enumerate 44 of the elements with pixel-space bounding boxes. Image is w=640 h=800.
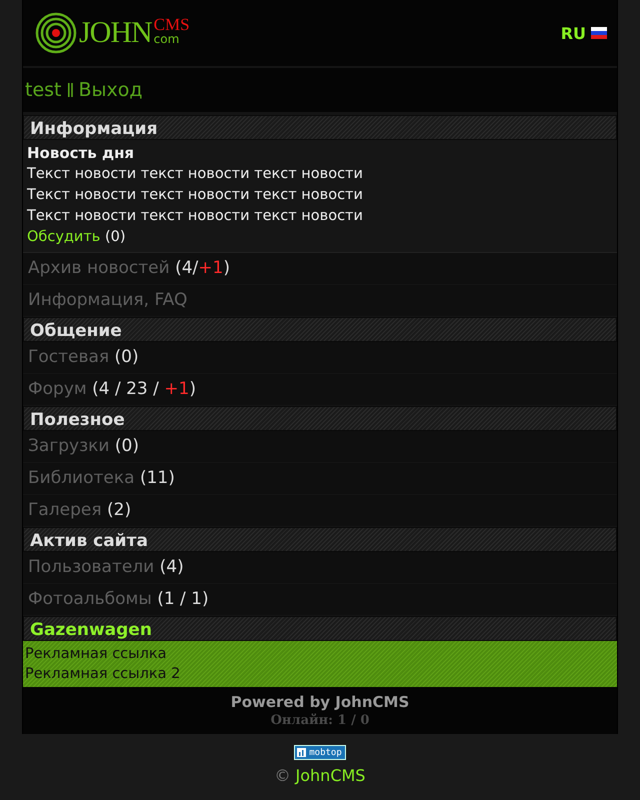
item-count: (0) (114, 436, 139, 456)
section-header: Информация (23, 115, 617, 140)
item-count: (11) (140, 468, 175, 488)
news-text: Текст новости текст новости текст новости (27, 207, 364, 226)
powered-by-text: Powered by JohnCMS (230, 692, 410, 712)
section-header: Gazenwagen (23, 616, 617, 641)
item-count: (2) (107, 500, 132, 520)
ad-link[interactable]: Рекламная ссылка (25, 644, 615, 664)
item-count: (4) (160, 557, 184, 577)
comment-count: (0) (104, 229, 126, 245)
target-logo-icon (35, 12, 77, 54)
news-text: Текст новости текст новости текст новости (27, 165, 364, 184)
menu-link[interactable]: Архив новостей (28, 258, 170, 278)
flag-icon[interactable] (591, 27, 607, 39)
counter-badge[interactable]: mobtop (294, 745, 346, 760)
logo-text: com (154, 32, 180, 44)
copyright-link[interactable]: JohnCMS (296, 766, 366, 785)
online-count: Онлайн: 1 / 0 (270, 712, 370, 730)
logo-text: JOHN (79, 18, 152, 48)
news-title: Новость дня (27, 143, 136, 164)
menu-link[interactable]: Пользователи (28, 557, 154, 577)
discuss-link[interactable]: Обсудить (27, 229, 100, 245)
news-text: Текст новости текст новости текст новости (27, 186, 364, 205)
item-count: (0) (114, 347, 139, 367)
menu-link[interactable]: Фотоальбомы (28, 589, 152, 609)
menu-link[interactable]: Информация, FAQ (28, 290, 188, 310)
separator-icon (68, 83, 72, 97)
language-label[interactable]: RU (560, 24, 586, 42)
menu-link[interactable]: Гостевая (28, 347, 110, 367)
copyright-sign: © (274, 766, 291, 785)
menu-link[interactable]: Библиотека (28, 468, 135, 488)
logo-text: CMS (154, 16, 190, 32)
username-link[interactable]: test (25, 79, 62, 101)
logout-link[interactable]: Выход (78, 79, 143, 101)
menu-link[interactable]: Галерея (28, 500, 102, 520)
ad-link[interactable]: Рекламная ссылка 2 (25, 664, 615, 684)
menu-link[interactable]: Загрузки (28, 436, 110, 456)
section-header: Полезное (23, 406, 617, 431)
section-header: Общение (23, 317, 617, 342)
section-header: Актив сайта (23, 527, 617, 552)
menu-link[interactable]: Форум (28, 379, 87, 399)
item-count: (4 / 23 / +1) (92, 379, 196, 399)
item-count: (1 / 1) (157, 589, 209, 609)
item-count: (4/+1) (175, 258, 230, 278)
